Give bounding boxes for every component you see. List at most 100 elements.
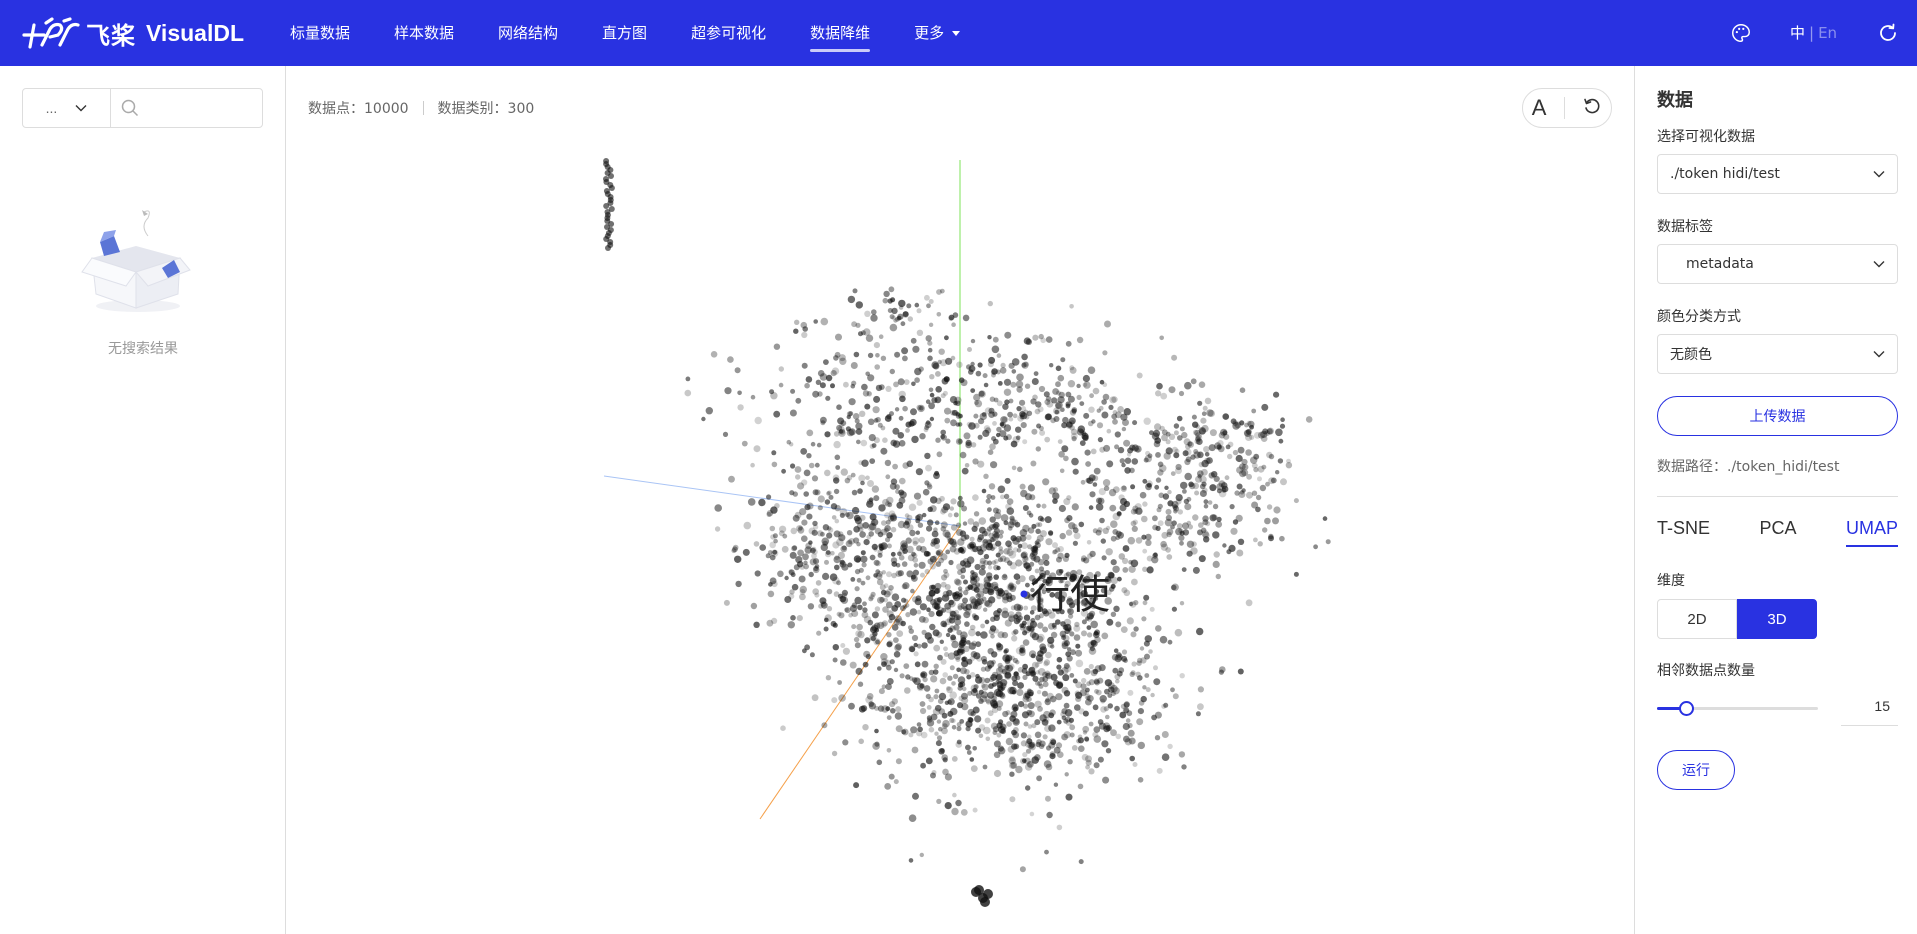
nav-scalars[interactable]: 标量数据 bbox=[290, 0, 350, 66]
scatter-point bbox=[1255, 494, 1262, 501]
data-label-dropdown[interactable]: metadata bbox=[1657, 244, 1898, 284]
slider-thumb[interactable] bbox=[1678, 701, 1694, 716]
scatter-point bbox=[1003, 435, 1009, 441]
nav-high-dimensional[interactable]: 数据降维 bbox=[810, 0, 871, 66]
scatter-point bbox=[875, 639, 880, 645]
nav-histogram[interactable]: 直方图 bbox=[602, 0, 647, 66]
scatter-point bbox=[894, 407, 900, 412]
scatter-point bbox=[949, 506, 954, 511]
section-divider bbox=[1657, 496, 1898, 497]
scatter-point bbox=[1050, 631, 1058, 639]
scatter-point bbox=[957, 500, 965, 508]
scatter-point bbox=[912, 569, 920, 576]
scatter-point bbox=[1131, 458, 1139, 465]
dimension-2d-button[interactable]: 2D bbox=[1657, 599, 1737, 639]
scatter-point bbox=[1009, 796, 1016, 803]
scatter-point bbox=[965, 720, 973, 728]
scatter-point bbox=[902, 355, 908, 362]
scatter-point bbox=[1225, 444, 1231, 450]
scatter-point bbox=[927, 355, 933, 362]
scatter-point bbox=[1061, 642, 1069, 650]
scatter-point bbox=[911, 435, 919, 444]
scatter-point bbox=[941, 506, 949, 514]
scatter-point bbox=[1074, 690, 1081, 697]
scatter-point bbox=[1245, 449, 1252, 456]
dimension-3d-button[interactable]: 3D bbox=[1737, 599, 1817, 639]
color-mode-dropdown[interactable]: 无颜色 bbox=[1657, 334, 1898, 374]
scatter-point bbox=[1037, 622, 1044, 629]
scatter-point bbox=[1203, 499, 1209, 505]
scatter-point bbox=[836, 611, 842, 617]
scatter-point bbox=[995, 508, 1002, 514]
neighbors-slider[interactable] bbox=[1657, 698, 1818, 718]
scatter-point bbox=[854, 568, 861, 575]
scatter-point bbox=[890, 708, 896, 714]
scatter-point bbox=[928, 726, 935, 733]
run-button[interactable]: 运行 bbox=[1657, 750, 1735, 790]
scatter-point bbox=[1074, 621, 1080, 628]
scatter-point bbox=[833, 477, 840, 484]
neighbors-value-input[interactable]: 15 bbox=[1841, 690, 1898, 726]
nav-hparams[interactable]: 超参可视化 bbox=[691, 0, 766, 66]
lang-en[interactable]: En bbox=[1818, 24, 1837, 42]
scatter-point bbox=[1198, 381, 1206, 388]
scatter-point bbox=[1071, 408, 1077, 414]
scatter-point bbox=[701, 416, 706, 422]
umap-3d-scatter-plot[interactable]: 行使 bbox=[286, 146, 1634, 934]
scatter-point bbox=[1222, 413, 1230, 420]
scatter-point bbox=[1070, 649, 1076, 656]
scatter-point bbox=[1035, 522, 1040, 527]
scatter-point bbox=[937, 698, 944, 704]
scatter-point bbox=[1012, 718, 1020, 726]
scatter-point bbox=[817, 530, 824, 537]
scatter-point bbox=[1034, 731, 1042, 739]
scatter-point bbox=[1061, 708, 1068, 715]
scatter-point bbox=[1113, 648, 1119, 653]
scatter-point bbox=[839, 428, 846, 435]
scatter-point bbox=[1183, 498, 1190, 505]
search-field-select[interactable]: ... bbox=[23, 89, 111, 127]
search-input[interactable] bbox=[145, 100, 245, 116]
scatter-point bbox=[963, 579, 968, 585]
scatter-point bbox=[825, 395, 831, 401]
brand-logo[interactable]: 飞桨 VisualDL bbox=[20, 15, 290, 51]
scatter-point bbox=[975, 727, 982, 734]
scatter-point bbox=[833, 591, 840, 597]
scatter-point bbox=[1026, 761, 1034, 768]
scatter-point bbox=[996, 565, 1001, 571]
scatter-point bbox=[1022, 674, 1028, 681]
scatter-point bbox=[1082, 710, 1089, 717]
select-data-dropdown[interactable]: ./token hidi/test bbox=[1657, 154, 1898, 194]
scatter-point bbox=[850, 362, 858, 369]
scatter-point bbox=[998, 549, 1004, 555]
scatter-point bbox=[893, 779, 899, 785]
scatter-point bbox=[925, 693, 931, 700]
upload-data-button[interactable]: 上传数据 bbox=[1657, 396, 1898, 436]
scatter-point bbox=[1065, 529, 1073, 536]
nav-samples[interactable]: 样本数据 bbox=[394, 0, 454, 66]
scatter-point bbox=[966, 562, 972, 568]
scatter-point bbox=[796, 525, 803, 532]
scatter-point bbox=[862, 607, 868, 613]
scatter-point bbox=[1212, 560, 1220, 568]
scatter-point bbox=[1069, 732, 1075, 738]
scatter-point bbox=[1198, 555, 1206, 563]
tab-tsne[interactable]: T-SNE bbox=[1657, 518, 1710, 547]
scatter-point bbox=[946, 686, 953, 694]
tab-pca[interactable]: PCA bbox=[1759, 518, 1796, 547]
scatter-point bbox=[915, 515, 921, 521]
language-switch[interactable]: 中 | En bbox=[1790, 22, 1837, 43]
toggle-labels-button[interactable]: A bbox=[1532, 95, 1547, 121]
palette-icon[interactable] bbox=[1730, 22, 1752, 44]
refresh-icon[interactable] bbox=[1876, 21, 1900, 45]
reset-view-button[interactable] bbox=[1582, 96, 1602, 121]
nav-graphs[interactable]: 网络结构 bbox=[498, 0, 558, 66]
scatter-point bbox=[1257, 476, 1262, 482]
scatter-point bbox=[734, 555, 742, 563]
scatter-point bbox=[909, 418, 917, 426]
lang-zh[interactable]: 中 bbox=[1790, 24, 1805, 42]
scatter-point bbox=[893, 651, 901, 658]
tab-umap[interactable]: UMAP bbox=[1845, 518, 1898, 547]
scatter-point bbox=[970, 684, 978, 692]
nav-more[interactable]: 更多 bbox=[914, 0, 961, 66]
